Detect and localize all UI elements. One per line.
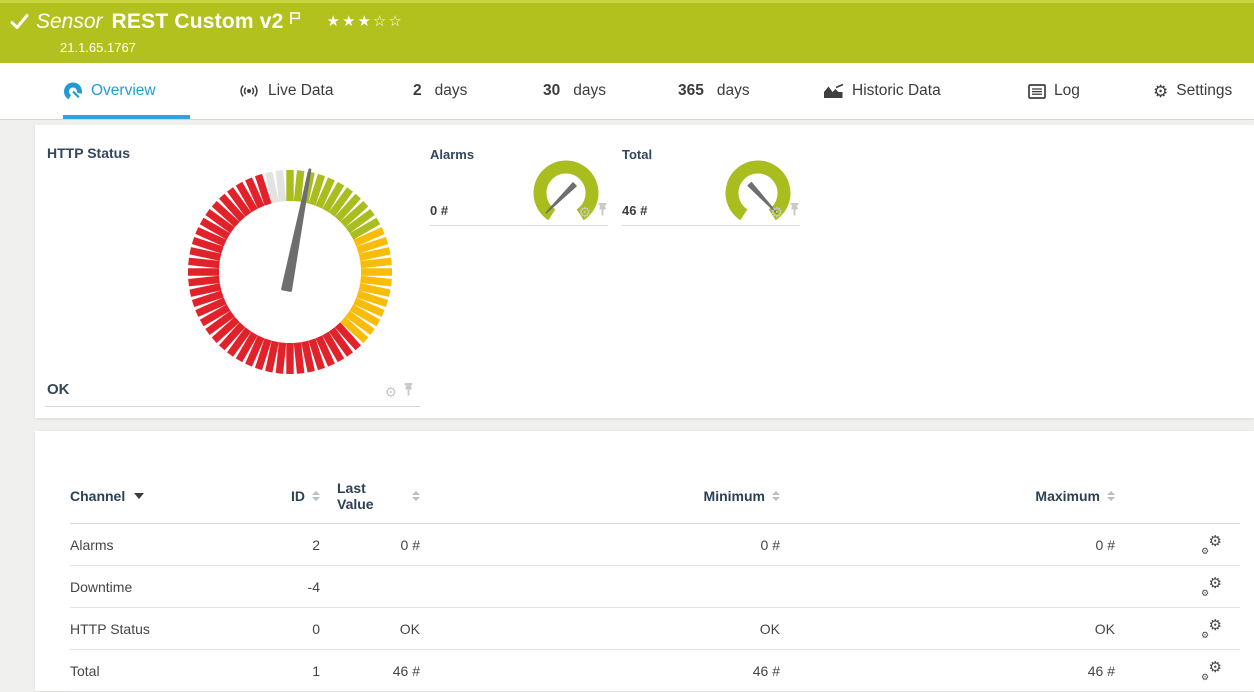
http-status-value: OK: [47, 381, 70, 398]
sort-arrows-icon: [772, 491, 780, 501]
priority-stars[interactable]: ★★★☆☆: [327, 12, 404, 30]
tab-historic-data[interactable]: Historic Data: [823, 63, 941, 119]
flag-icon[interactable]: [289, 11, 301, 25]
channel-settings-gears-icon[interactable]: ⚙⚙: [1200, 619, 1222, 639]
channel-minimum: 0 #: [420, 524, 780, 566]
total-gauge-tile: Total 46 # ⚙: [622, 147, 800, 226]
channel-name: Alarms: [70, 524, 270, 566]
column-header-last-value[interactable]: Last Value: [320, 480, 420, 524]
tab-365-days[interactable]: 365 days: [678, 63, 750, 119]
log-icon: [1028, 84, 1046, 99]
sensor-type-label: Sensor: [36, 10, 103, 34]
column-header-id[interactable]: ID: [270, 480, 320, 524]
http-status-gauge-footer: OK ⚙: [45, 377, 420, 407]
channel-settings-gears-icon[interactable]: ⚙⚙: [1200, 661, 1222, 681]
channel-last-value: OK: [320, 608, 420, 650]
channel-minimum: 46 #: [420, 650, 780, 692]
channel-settings-gears-icon[interactable]: ⚙⚙: [1200, 577, 1222, 597]
sort-caret-icon: [134, 493, 144, 499]
tab-2-days[interactable]: 2 days: [413, 63, 467, 119]
sort-arrows-icon: [412, 491, 420, 501]
column-header-minimum[interactable]: Minimum: [420, 480, 780, 524]
channel-minimum: OK: [420, 608, 780, 650]
gauges-panel: HTTP Status OK ⚙ Alarms 0 # ⚙ Total 46 #…: [35, 125, 1254, 418]
tab-label: days: [435, 82, 468, 100]
tab-label: days: [573, 82, 606, 100]
gauge-icon: [63, 81, 83, 101]
channel-maximum: [780, 566, 1115, 608]
sensor-version: 21.1.65.1767: [60, 40, 136, 55]
gear-icon[interactable]: ⚙: [384, 385, 397, 399]
sensor-title: REST Custom v2: [112, 10, 284, 34]
tab-live-data[interactable]: Live Data: [238, 63, 333, 119]
alarms-gauge-tile: Alarms 0 # ⚙: [430, 147, 608, 226]
column-header-channel[interactable]: Channel: [70, 480, 270, 524]
sort-arrows-icon: [312, 491, 320, 501]
tab-label: Settings: [1176, 82, 1232, 100]
total-gauge-title: Total: [622, 147, 652, 162]
tab-overview[interactable]: Overview: [63, 63, 190, 119]
channel-name: Downtime: [70, 566, 270, 608]
channel-minimum: [420, 566, 780, 608]
sort-arrows-icon: [1107, 491, 1115, 501]
tab-log[interactable]: Log: [1028, 63, 1080, 119]
channels-table: Channel ID Last Value Minimum Maximum Al…: [70, 480, 1240, 692]
channel-maximum: OK: [780, 608, 1115, 650]
tab-bar: Overview Live Data 2 days 30 days 365 da…: [0, 63, 1254, 120]
tab-settings[interactable]: ⚙ Settings: [1153, 63, 1232, 119]
channel-id: 0: [270, 608, 320, 650]
http-status-gauge-title: HTTP Status: [47, 145, 130, 161]
sensor-header: Sensor REST Custom v2 ★★★☆☆ 21.1.65.1767: [0, 0, 1254, 63]
pin-icon[interactable]: [403, 383, 414, 401]
gear-icon: ⚙: [1153, 83, 1168, 100]
tab-30-days[interactable]: 30 days: [543, 63, 606, 119]
channel-maximum: 46 #: [780, 650, 1115, 692]
tab-label: days: [717, 82, 750, 100]
gear-icon[interactable]: ⚙: [578, 205, 591, 219]
alarms-gauge-title: Alarms: [430, 147, 474, 162]
check-icon: [10, 13, 29, 31]
channel-id: 2: [270, 524, 320, 566]
channel-maximum: 0 #: [780, 524, 1115, 566]
area-chart-icon: [823, 83, 844, 100]
broadcast-icon: [238, 83, 260, 99]
channel-id: 1: [270, 650, 320, 692]
channel-settings-gears-icon[interactable]: ⚙⚙: [1200, 535, 1222, 555]
gear-icon[interactable]: ⚙: [770, 205, 783, 219]
channel-last-value: [320, 566, 420, 608]
channel-last-value: 0 #: [320, 524, 420, 566]
channel-name: Total: [70, 650, 270, 692]
channel-id: -4: [270, 566, 320, 608]
total-value: 46 #: [622, 203, 647, 218]
column-header-actions: [1115, 480, 1240, 524]
tab-label: Historic Data: [852, 82, 941, 100]
http-status-gauge: [180, 162, 400, 382]
channels-panel: Channel ID Last Value Minimum Maximum Al…: [35, 431, 1254, 691]
alarms-value: 0 #: [430, 203, 448, 218]
tab-label: Live Data: [268, 82, 333, 100]
tab-label: Overview: [91, 82, 156, 100]
tab-label: Log: [1054, 82, 1080, 100]
channel-last-value: 46 #: [320, 650, 420, 692]
pin-icon[interactable]: [789, 203, 800, 221]
column-header-maximum[interactable]: Maximum: [780, 480, 1115, 524]
channel-name: HTTP Status: [70, 608, 270, 650]
pin-icon[interactable]: [597, 203, 608, 221]
